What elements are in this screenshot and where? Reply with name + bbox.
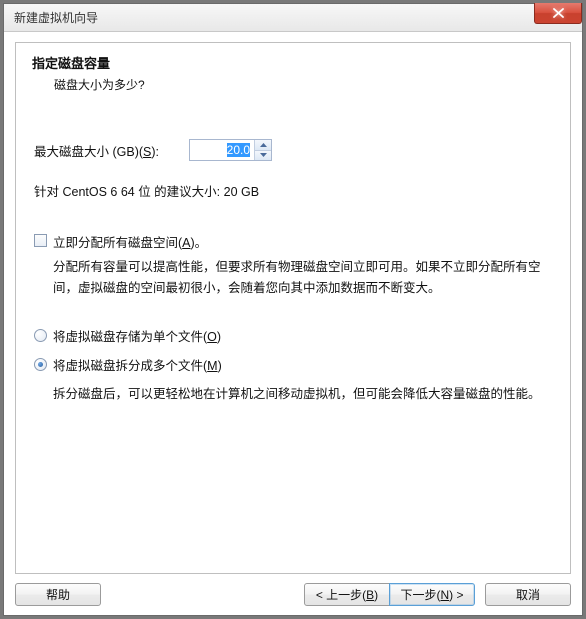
header-area: 指定磁盘容量 磁盘大小为多少?	[16, 43, 570, 99]
cancel-button[interactable]: 取消	[485, 583, 571, 606]
titlebar: 新建虚拟机向导	[4, 4, 582, 32]
store-split-description: 拆分磁盘后，可以更轻松地在计算机之间移动虚拟机，但可能会降低大容量磁盘的性能。	[53, 384, 552, 405]
window-title: 新建虚拟机向导	[14, 9, 98, 26]
spinner-up[interactable]	[255, 140, 271, 151]
wizard-window: 新建虚拟机向导 指定磁盘容量 磁盘大小为多少? 最大磁盘大小 (GB)(S):	[3, 3, 583, 616]
spinner-down[interactable]	[255, 151, 271, 161]
store-split-radio[interactable]	[34, 358, 47, 371]
content-outer: 指定磁盘容量 磁盘大小为多少? 最大磁盘大小 (GB)(S):	[4, 32, 582, 615]
button-row: 帮助 < 上一步(B) 下一步(N) > 取消	[15, 574, 571, 606]
allocate-now-checkbox-row[interactable]: 立即分配所有磁盘空间(A)。	[34, 232, 552, 251]
next-button[interactable]: 下一步(N) >	[389, 583, 475, 606]
help-button[interactable]: 帮助	[15, 583, 101, 606]
allocate-now-checkbox[interactable]	[34, 234, 47, 247]
store-single-label: 将虚拟磁盘存储为单个文件(O)	[53, 326, 221, 345]
allocate-now-description: 分配所有容量可以提高性能，但要求所有物理磁盘空间立即可用。如果不立即分配所有空间…	[53, 257, 552, 298]
radio-selected-dot	[38, 362, 43, 367]
disk-size-row: 最大磁盘大小 (GB)(S):	[34, 139, 552, 161]
disk-size-input[interactable]	[190, 140, 254, 160]
store-split-radio-row[interactable]: 将虚拟磁盘拆分成多个文件(M)	[34, 355, 552, 374]
back-button[interactable]: < 上一步(B)	[304, 583, 390, 606]
store-single-radio-row[interactable]: 将虚拟磁盘存储为单个文件(O)	[34, 326, 552, 345]
close-icon	[553, 8, 564, 18]
allocate-now-label: 立即分配所有磁盘空间(A)。	[53, 232, 207, 251]
page-heading: 指定磁盘容量	[32, 53, 556, 72]
store-single-radio[interactable]	[34, 329, 47, 342]
body-area: 最大磁盘大小 (GB)(S): 针对 CentOS 6 64 位 的建议大小: …	[16, 99, 570, 415]
disk-size-spinner	[189, 139, 272, 161]
store-split-label: 将虚拟磁盘拆分成多个文件(M)	[53, 355, 222, 374]
close-button[interactable]	[534, 3, 582, 24]
content-panel: 指定磁盘容量 磁盘大小为多少? 最大磁盘大小 (GB)(S):	[15, 42, 571, 574]
page-subheading: 磁盘大小为多少?	[54, 76, 556, 93]
disk-size-label: 最大磁盘大小 (GB)(S):	[34, 141, 159, 160]
recommended-size-text: 针对 CentOS 6 64 位 的建议大小: 20 GB	[34, 181, 552, 200]
